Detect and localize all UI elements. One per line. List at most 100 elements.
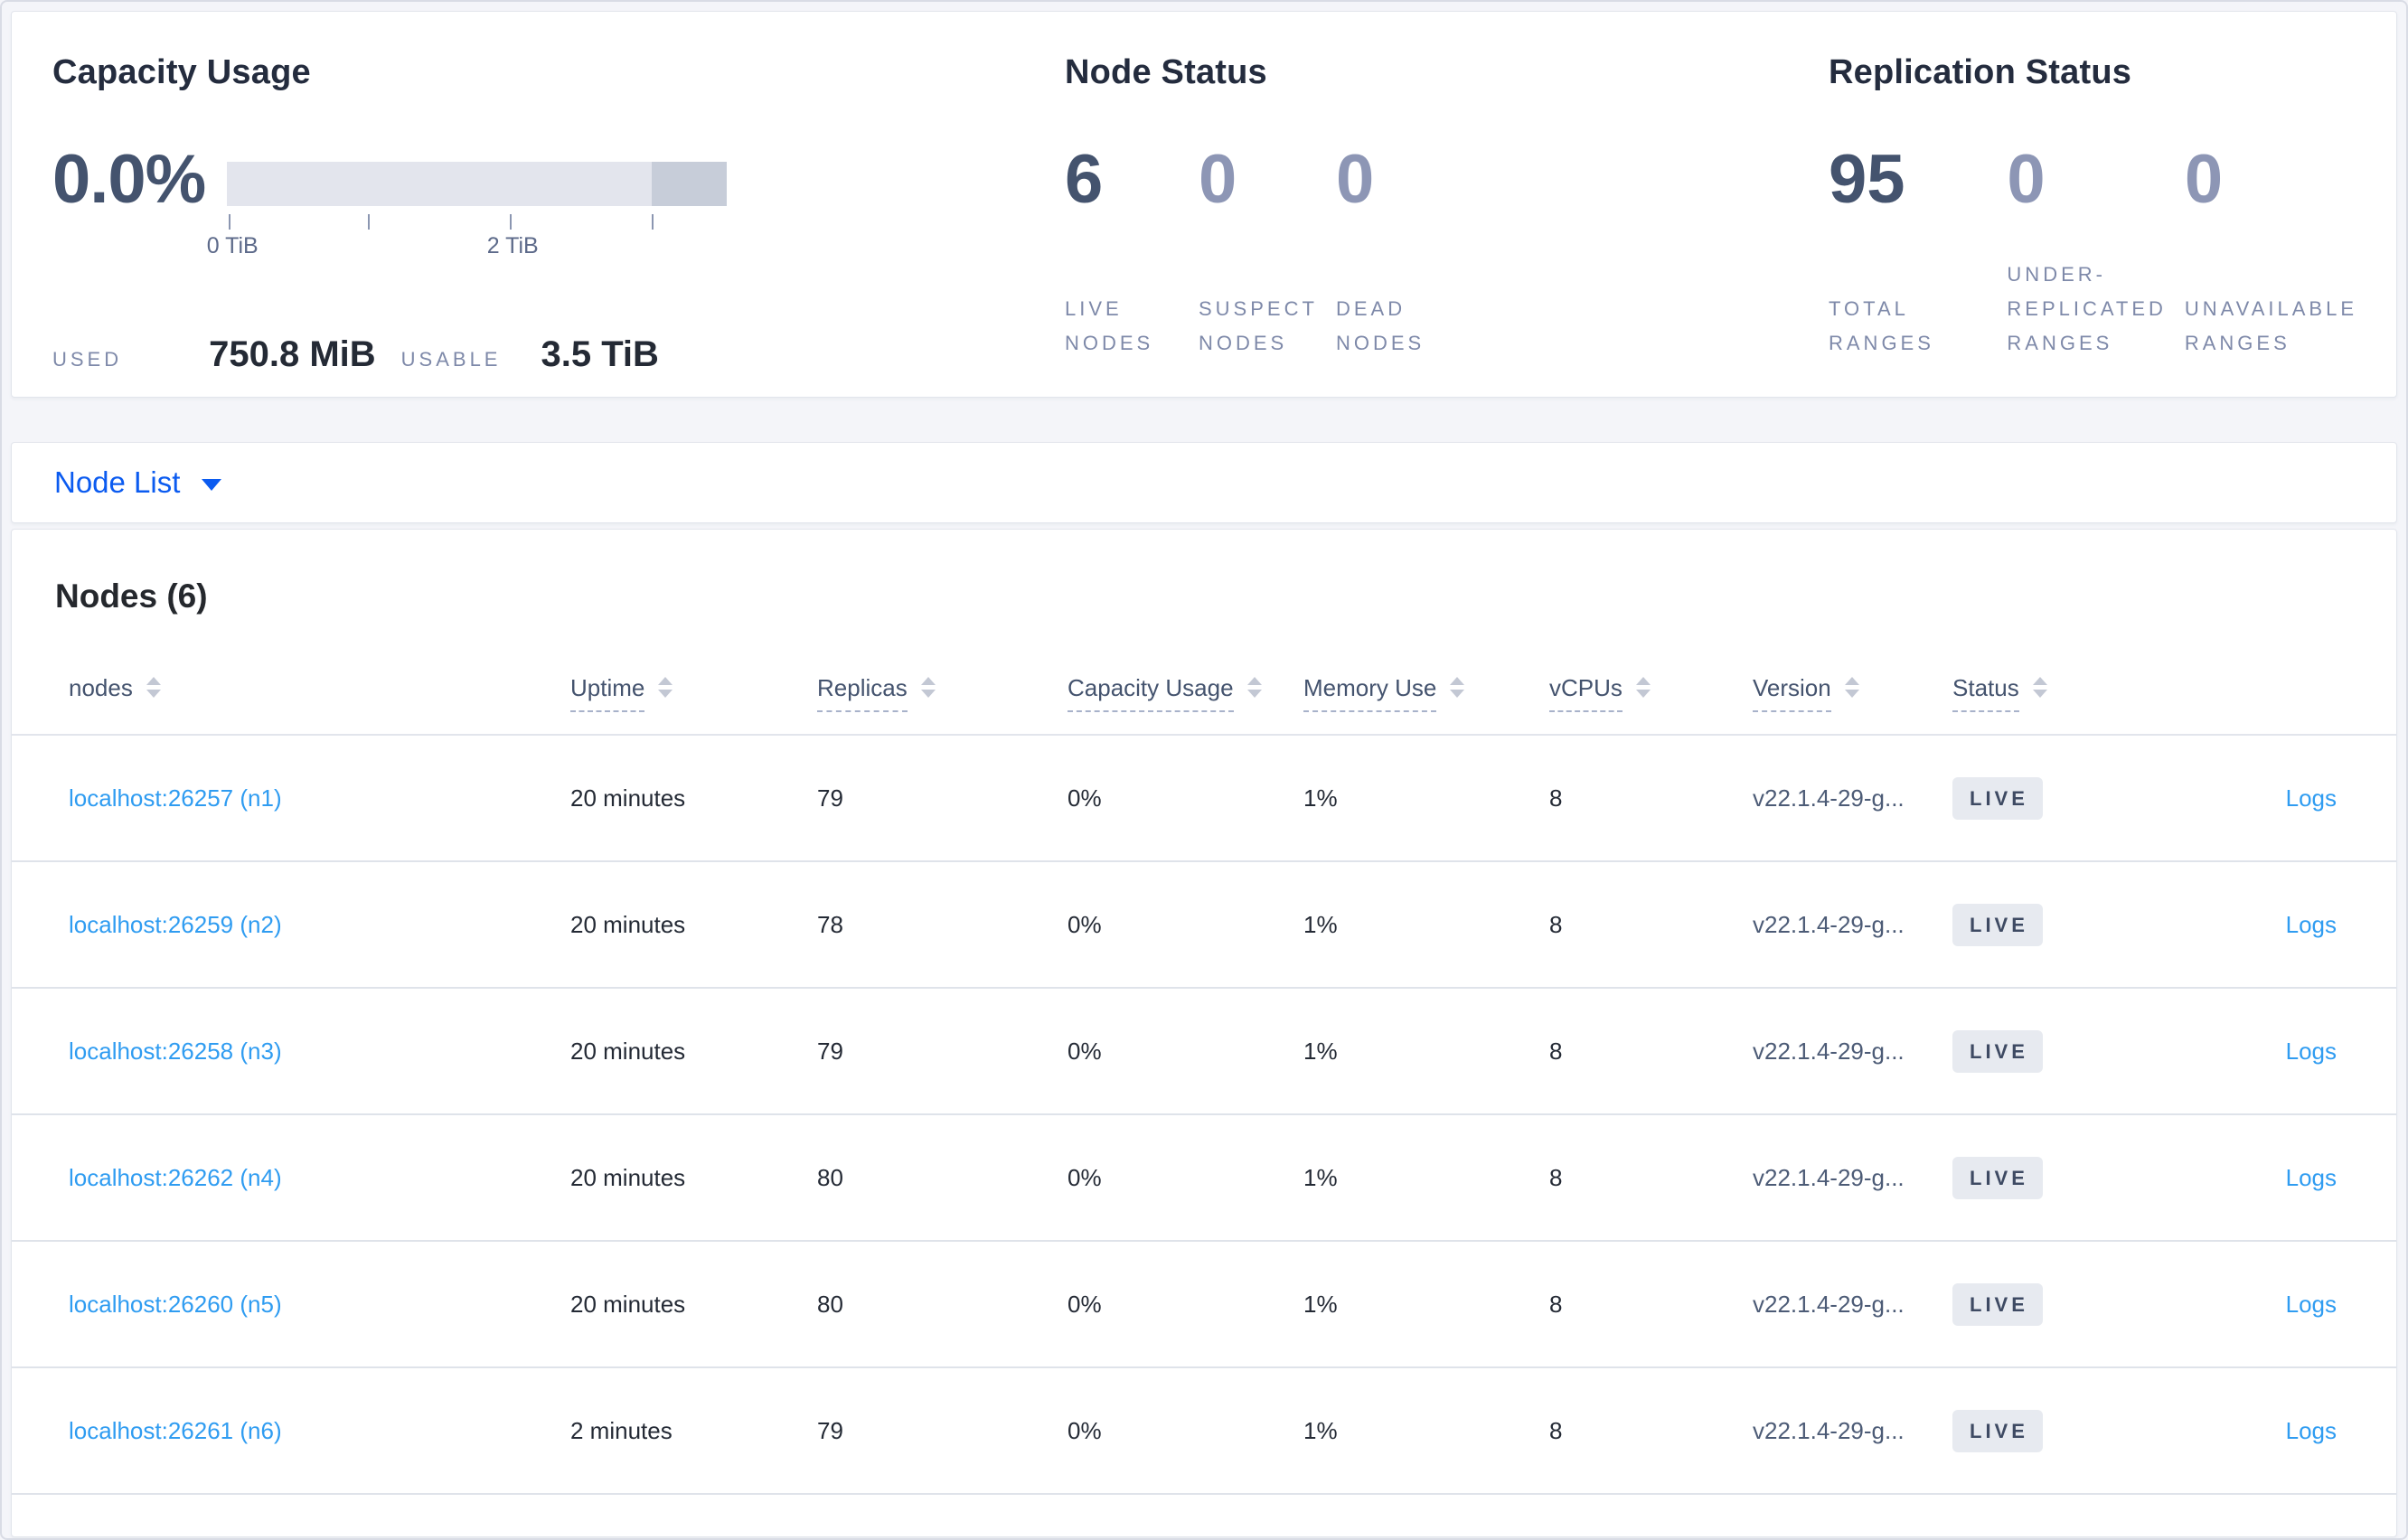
replicas-cell: 79 bbox=[817, 784, 843, 812]
uptime-cell: 2 minutes bbox=[570, 1416, 673, 1444]
capacity-bar bbox=[227, 162, 728, 206]
table-row: localhost:26262 (n4) 20 minutes 80 0% 1%… bbox=[12, 1115, 2396, 1242]
memory-use-cell: 1% bbox=[1303, 1416, 1338, 1444]
memory-use-cell: 1% bbox=[1303, 1037, 1338, 1065]
replicas-cell: 79 bbox=[817, 1037, 843, 1065]
table-body: localhost:26257 (n1) 20 minutes 79 0% 1%… bbox=[12, 736, 2396, 1495]
capacity-usage-cell: 0% bbox=[1068, 784, 1102, 812]
table-row: localhost:26261 (n6) 2 minutes 79 0% 1% … bbox=[12, 1368, 2396, 1495]
status-badge: LIVE bbox=[1952, 1029, 2043, 1073]
total-ranges-value: 95 bbox=[1829, 141, 1905, 218]
vcpus-cell: 8 bbox=[1549, 1416, 1563, 1444]
sort-icon bbox=[1450, 676, 1465, 698]
sort-icon bbox=[146, 676, 161, 698]
live-nodes-label: LIVE NODES bbox=[1065, 297, 1154, 354]
logs-link[interactable]: Logs bbox=[2286, 911, 2337, 938]
table-row: localhost:26259 (n2) 20 minutes 78 0% 1%… bbox=[12, 862, 2396, 989]
node-status-section: Node Status 6 LIVE NODES 0 SUSPECT NODES… bbox=[1065, 52, 1829, 397]
usable-label: USABLE bbox=[400, 348, 502, 371]
replicas-cell: 80 bbox=[817, 1290, 843, 1318]
uptime-cell: 20 minutes bbox=[570, 1163, 686, 1191]
capacity-usage-cell: 0% bbox=[1068, 910, 1102, 938]
version-cell: v22.1.4-29-g... bbox=[1753, 1416, 1905, 1444]
column-header-uptime[interactable]: Uptime bbox=[570, 674, 817, 712]
dead-nodes-label: DEAD NODES bbox=[1336, 297, 1425, 354]
column-header-memory-use[interactable]: Memory Use bbox=[1303, 674, 1549, 712]
cluster-summary-panel: Capacity Usage 0.0% 0 TiB 2 TiB USED 750… bbox=[11, 11, 2397, 398]
version-cell: v22.1.4-29-g... bbox=[1753, 910, 1905, 938]
sort-icon bbox=[2032, 676, 2047, 698]
memory-use-cell: 1% bbox=[1303, 784, 1338, 812]
vcpus-cell: 8 bbox=[1549, 1037, 1563, 1065]
version-cell: v22.1.4-29-g... bbox=[1753, 784, 1905, 812]
under-replicated-ranges-value: 0 bbox=[2007, 141, 2046, 218]
column-header-replicas[interactable]: Replicas bbox=[817, 674, 1068, 712]
node-address-link[interactable]: localhost:26261 (n6) bbox=[69, 1417, 282, 1444]
cluster-overview-page: Capacity Usage 0.0% 0 TiB 2 TiB USED 750… bbox=[0, 0, 2408, 1540]
capacity-usage-title: Capacity Usage bbox=[52, 53, 311, 91]
uptime-cell: 20 minutes bbox=[570, 910, 686, 938]
capacity-usage-cell: 0% bbox=[1068, 1163, 1102, 1191]
caret-down-icon bbox=[202, 478, 222, 491]
status-badge: LIVE bbox=[1952, 1156, 2043, 1199]
under-replicated-ranges-stat: 0 UNDER-REPLICATED RANGES bbox=[2007, 144, 2184, 361]
capacity-usage-cell: 0% bbox=[1068, 1037, 1102, 1065]
capacity-tick-label-0: 0 TiB bbox=[206, 233, 259, 258]
capacity-bar-dark-segment bbox=[652, 162, 728, 206]
used-label: USED bbox=[52, 348, 123, 371]
memory-use-cell: 1% bbox=[1303, 910, 1338, 938]
capacity-tick-label-2: 2 TiB bbox=[486, 233, 539, 258]
node-address-link[interactable]: localhost:26257 (n1) bbox=[69, 784, 282, 812]
vcpus-cell: 8 bbox=[1549, 1163, 1563, 1191]
unavailable-ranges-label: UNAVAILABLE RANGES bbox=[2184, 297, 2357, 354]
capacity-percent-value: 0.0% bbox=[52, 141, 206, 218]
table-row: localhost:26257 (n1) 20 minutes 79 0% 1%… bbox=[12, 736, 2396, 862]
replication-status-section: Replication Status 95 TOTAL RANGES 0 UND… bbox=[1829, 52, 2396, 397]
nodes-table-header: nodes Uptime Replicas Capacity Usage Mem… bbox=[12, 642, 2396, 736]
column-header-status[interactable]: Status bbox=[1952, 674, 2169, 712]
column-header-capacity-usage[interactable]: Capacity Usage bbox=[1068, 674, 1303, 712]
version-cell: v22.1.4-29-g... bbox=[1753, 1163, 1905, 1191]
used-value: 750.8 MiB bbox=[209, 334, 376, 374]
usable-value: 3.5 TiB bbox=[541, 334, 659, 374]
logs-link[interactable]: Logs bbox=[2286, 1164, 2337, 1191]
logs-link[interactable]: Logs bbox=[2286, 1291, 2337, 1318]
sort-icon bbox=[920, 676, 936, 698]
column-header-nodes[interactable]: nodes bbox=[69, 674, 570, 702]
column-header-version[interactable]: Version bbox=[1753, 674, 1952, 712]
node-address-link[interactable]: localhost:26259 (n2) bbox=[69, 911, 282, 938]
dead-nodes-value: 0 bbox=[1336, 141, 1375, 218]
logs-link[interactable]: Logs bbox=[2286, 1038, 2337, 1065]
total-ranges-label: TOTAL RANGES bbox=[1829, 297, 1934, 354]
column-header-vcpus[interactable]: vCPUs bbox=[1549, 674, 1753, 712]
unavailable-ranges-stat: 0 UNAVAILABLE RANGES bbox=[2185, 144, 2396, 361]
memory-use-cell: 1% bbox=[1303, 1290, 1338, 1318]
sort-icon bbox=[658, 676, 673, 698]
dead-nodes-stat: 0 DEAD NODES bbox=[1336, 144, 1455, 361]
vcpus-cell: 8 bbox=[1549, 910, 1563, 938]
replicas-cell: 79 bbox=[817, 1416, 843, 1444]
logs-link[interactable]: Logs bbox=[2286, 784, 2337, 812]
uptime-cell: 20 minutes bbox=[570, 1290, 686, 1318]
version-cell: v22.1.4-29-g... bbox=[1753, 1037, 1905, 1065]
node-address-link[interactable]: localhost:26258 (n3) bbox=[69, 1038, 282, 1065]
capacity-bar-wrap: 0 TiB 2 TiB bbox=[207, 144, 728, 262]
uptime-cell: 20 minutes bbox=[570, 784, 686, 812]
unavailable-ranges-value: 0 bbox=[2184, 141, 2224, 218]
logs-link[interactable]: Logs bbox=[2286, 1417, 2337, 1444]
capacity-usage-cell: 0% bbox=[1068, 1416, 1102, 1444]
node-list-dropdown[interactable]: Node List bbox=[54, 465, 222, 500]
vcpus-cell: 8 bbox=[1549, 1290, 1563, 1318]
node-list-dropdown-label: Node List bbox=[54, 465, 181, 499]
uptime-cell: 20 minutes bbox=[570, 1037, 686, 1065]
capacity-axis: 0 TiB 2 TiB bbox=[207, 206, 727, 262]
live-nodes-stat: 6 LIVE NODES bbox=[1065, 144, 1199, 361]
memory-use-cell: 1% bbox=[1303, 1163, 1338, 1191]
status-badge: LIVE bbox=[1952, 1409, 2043, 1452]
node-address-link[interactable]: localhost:26262 (n4) bbox=[69, 1164, 282, 1191]
suspect-nodes-value: 0 bbox=[1199, 141, 1237, 218]
replicas-cell: 80 bbox=[817, 1163, 843, 1191]
status-badge: LIVE bbox=[1952, 1282, 2043, 1326]
node-address-link[interactable]: localhost:26260 (n5) bbox=[69, 1291, 282, 1318]
version-cell: v22.1.4-29-g... bbox=[1753, 1290, 1905, 1318]
